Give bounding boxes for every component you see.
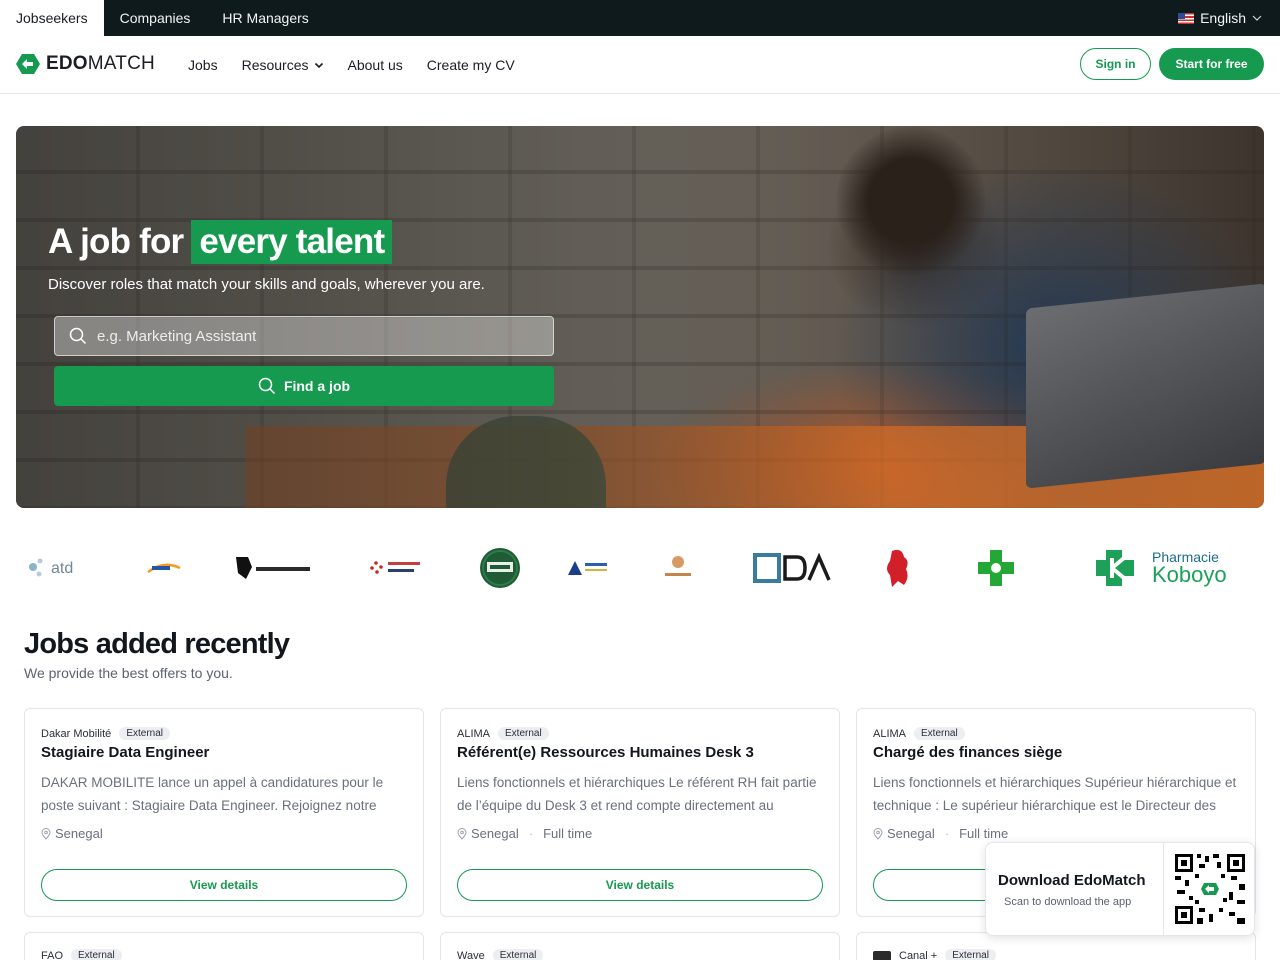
search-icon xyxy=(69,327,87,345)
partner-logo-atd[interactable]: atd xyxy=(24,540,96,596)
nav-resources[interactable]: Resources xyxy=(242,57,324,73)
tab-hr-managers[interactable]: HR Managers xyxy=(206,0,324,36)
location-pin-icon xyxy=(41,827,51,840)
find-a-job-button[interactable]: Find a job xyxy=(54,366,554,406)
logo-mark-icon xyxy=(16,54,40,74)
partner-logo-cda[interactable] xyxy=(752,540,832,596)
jobs-section-subtitle: We provide the best offers to you. xyxy=(24,665,233,681)
download-app-popup[interactable]: Download EdoMatch Scan to download the a… xyxy=(985,842,1255,936)
nav-about-us[interactable]: About us xyxy=(348,57,403,73)
company-name: Canal + xyxy=(899,949,938,960)
separator-dot: · xyxy=(944,826,950,841)
koboyo-line2: Koboyo xyxy=(1152,562,1227,587)
job-card-meta: Canal + External xyxy=(873,949,996,960)
chevron-down-icon xyxy=(1252,15,1262,21)
partner-logo-brussels-airlines[interactable] xyxy=(366,540,422,596)
qr-code-icon xyxy=(1163,843,1255,935)
job-description: DAKAR MOBILITE lance un appel à candidat… xyxy=(41,775,384,813)
location-label: Senegal xyxy=(887,826,935,841)
hero-subtitle: Discover roles that match your skills an… xyxy=(48,276,485,293)
job-title[interactable]: Stagiaire Data Engineer xyxy=(41,744,209,761)
job-location: Senegal xyxy=(41,826,103,841)
job-card[interactable]: ALIMA External Référent(e) Ressources Hu… xyxy=(440,708,840,917)
external-badge: External xyxy=(492,949,544,960)
language-selector[interactable]: English xyxy=(1178,0,1262,36)
svg-text:atd: atd xyxy=(51,560,73,577)
partner-logo-allio[interactable] xyxy=(566,540,610,596)
audience-bar: Jobseekers Companies HR Managers English xyxy=(0,0,1280,36)
download-subtitle: Scan to download the app xyxy=(1004,896,1132,908)
external-badge: External xyxy=(119,727,170,740)
job-type: Full time xyxy=(959,826,1009,841)
job-card-meta: Wave External xyxy=(457,949,544,960)
partner-logos-strip: atd Pharmacie Koboyo xyxy=(0,540,1280,596)
edomatch-logo[interactable]: EDOMATCH xyxy=(16,53,155,75)
hero-title: A job for every talent xyxy=(48,220,393,264)
job-search-box[interactable] xyxy=(54,316,554,356)
koboyo-cross-icon xyxy=(1096,550,1134,586)
view-details-button[interactable]: View details xyxy=(457,869,823,901)
job-card[interactable]: Dakar Mobilité External Stagiaire Data E… xyxy=(24,708,424,917)
download-title: Download EdoMatch xyxy=(998,872,1146,889)
jobs-section-title: Jobs added recently xyxy=(24,628,290,660)
partner-logo-lion-crest[interactable] xyxy=(880,540,914,596)
main-nav: Jobs Resources About us Create my CV xyxy=(188,36,515,94)
pharmacy-cross-icon[interactable] xyxy=(974,540,1018,596)
language-label: English xyxy=(1200,10,1246,26)
company-name: ALIMA xyxy=(457,727,491,740)
partner-logo-pharmacie-koboyo[interactable]: Pharmacie Koboyo xyxy=(1094,540,1228,596)
job-description: Liens fonctionnels et hiérarchiques Supé… xyxy=(873,775,1237,813)
external-badge: External xyxy=(71,949,122,960)
job-title[interactable]: Chargé des finances siège xyxy=(873,744,1062,761)
location-pin-icon xyxy=(873,827,883,840)
company-name: ALIMA xyxy=(873,727,907,740)
job-card-meta: ALIMA External xyxy=(873,727,965,740)
hero-title-highlight: every talent xyxy=(191,220,393,264)
separator-dot: · xyxy=(528,826,534,841)
job-description: Liens fonctionnels et hiérarchiques Le r… xyxy=(457,775,817,813)
nav-resources-label: Resources xyxy=(241,57,309,73)
partner-logo-caliendi[interactable] xyxy=(660,540,696,596)
job-card[interactable]: Canal + External xyxy=(856,932,1256,960)
company-name: Wave xyxy=(457,949,485,960)
hero-title-prefix: A job for xyxy=(48,222,184,261)
job-card-meta: ALIMA External xyxy=(457,727,549,740)
job-card-meta: FAO External xyxy=(41,949,122,960)
canal-plus-logo xyxy=(873,950,891,960)
partner-logo-maya[interactable] xyxy=(144,540,184,596)
partner-logo-djanta[interactable] xyxy=(232,540,314,596)
location-label: Senegal xyxy=(471,826,519,841)
chevron-down-icon xyxy=(314,62,323,69)
job-card[interactable]: Wave External xyxy=(440,932,840,960)
external-badge: External xyxy=(914,727,965,740)
external-badge: External xyxy=(945,949,996,960)
job-card-meta: Dakar Mobilité External xyxy=(41,727,170,740)
job-location: Senegal · Full time xyxy=(457,826,592,841)
location-label: Senegal xyxy=(55,826,103,841)
nav-create-cv[interactable]: Create my CV xyxy=(427,57,515,73)
tab-jobseekers[interactable]: Jobseekers xyxy=(0,0,104,36)
tab-companies[interactable]: Companies xyxy=(104,0,207,36)
hero-banner: A job for every talent Discover roles th… xyxy=(16,126,1264,508)
partner-logo-snb[interactable] xyxy=(478,540,522,596)
job-location: Senegal · Full time xyxy=(873,826,1008,841)
external-badge: External xyxy=(498,727,549,740)
search-icon xyxy=(258,377,275,395)
job-search-input[interactable] xyxy=(97,327,537,345)
view-details-button[interactable]: View details xyxy=(41,869,407,901)
main-header: EDOMATCH Jobs Resources About us Create … xyxy=(0,36,1280,94)
job-type: Full time xyxy=(543,826,593,841)
company-name: Dakar Mobilité xyxy=(41,727,112,740)
location-pin-icon xyxy=(457,827,467,840)
start-for-free-button[interactable]: Start for free xyxy=(1159,48,1264,80)
flag-us-icon xyxy=(1178,12,1195,24)
job-title[interactable]: Référent(e) Ressources Humaines Desk 3 xyxy=(457,744,754,761)
logo-wordmark: EDOMATCH xyxy=(46,53,155,74)
sign-in-button[interactable]: Sign in xyxy=(1080,48,1151,80)
job-card[interactable]: FAO External xyxy=(24,932,424,960)
find-a-job-label: Find a job xyxy=(283,378,351,394)
nav-jobs[interactable]: Jobs xyxy=(188,57,218,73)
company-name: FAO xyxy=(41,949,64,960)
